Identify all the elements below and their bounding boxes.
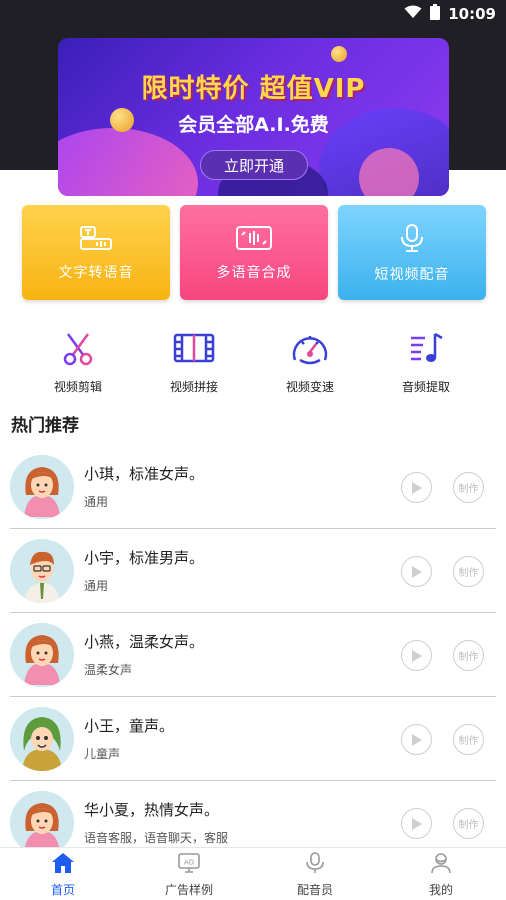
voice-name: 小宇，标准男声。	[84, 549, 205, 567]
text-to-speech-icon	[79, 224, 113, 256]
tool-video-speed[interactable]: 视频变速	[260, 330, 360, 395]
voice-tag: 通用	[84, 495, 109, 509]
tab-mine[interactable]: 我的	[378, 852, 504, 898]
play-button[interactable]	[401, 472, 432, 503]
play-button[interactable]	[401, 808, 432, 839]
avatar-male	[10, 539, 74, 603]
battery-icon	[430, 4, 441, 24]
voice-name: 小琪，标准女声。	[84, 465, 205, 483]
make-button[interactable]: 制作	[453, 808, 484, 839]
home-icon	[51, 852, 75, 878]
make-button[interactable]: 制作	[453, 640, 484, 671]
clock-time: 10:09	[448, 5, 496, 23]
voice-list-item[interactable]: 小宇，标准男声。 通用 制作	[10, 529, 496, 613]
play-button[interactable]	[401, 724, 432, 755]
voice-list-item[interactable]: 小王，童声。 儿童声 制作	[10, 697, 496, 781]
feature-label: 文字转语音	[58, 264, 134, 281]
tool-label: 视频变速	[285, 380, 334, 394]
section-title-hot: 热门推荐	[11, 416, 79, 436]
feature-label: 多语音合成	[216, 264, 292, 281]
avatar-female	[10, 455, 74, 519]
feature-text-to-speech[interactable]: 文字转语音	[22, 205, 170, 300]
voice-name: 华小夏，热情女声。	[84, 801, 220, 819]
play-icon	[411, 481, 422, 494]
banner-title: 限时特价 超值VIP	[141, 74, 366, 104]
voice-tag: 通用	[84, 579, 109, 593]
status-icons: 10:09	[404, 4, 496, 24]
user-icon	[429, 852, 453, 878]
make-button[interactable]: 制作	[453, 724, 484, 755]
make-button[interactable]: 制作	[453, 556, 484, 587]
voice-list-item[interactable]: 小燕，温柔女声。 温柔女声 制作	[10, 613, 496, 697]
tool-label: 音频提取	[401, 380, 450, 394]
tool-video-cut[interactable]: 视频剪辑	[28, 330, 128, 395]
avatar-child	[10, 707, 74, 771]
voice-name: 小王，童声。	[84, 717, 175, 735]
voice-synthesis-icon	[234, 224, 274, 256]
tab-label: 配音员	[296, 883, 333, 897]
status-bar: 10:09	[0, 0, 506, 28]
activate-button[interactable]: 立即开通	[200, 150, 308, 180]
banner-subtitle: 会员全部A.I.免费	[178, 114, 329, 136]
speedometer-icon	[290, 330, 330, 370]
microphone-icon	[303, 852, 327, 878]
play-icon	[411, 649, 422, 662]
svg-text:AD: AD	[184, 859, 194, 867]
tab-voice-actors[interactable]: 配音员	[252, 852, 378, 898]
play-button[interactable]	[401, 640, 432, 671]
tab-label: 广告样例	[164, 883, 213, 897]
music-note-icon	[407, 330, 445, 370]
tab-ad-samples[interactable]: AD 广告样例	[126, 852, 252, 898]
feature-video-dubbing[interactable]: 短视频配音	[338, 205, 486, 300]
voice-list-item[interactable]: 小琪，标准女声。 通用 制作	[10, 445, 496, 529]
tool-audio-extract[interactable]: 音频提取	[376, 330, 476, 395]
play-icon	[411, 817, 422, 830]
microphone-icon	[396, 222, 428, 258]
play-icon	[411, 565, 422, 578]
play-button[interactable]	[401, 556, 432, 587]
make-button[interactable]: 制作	[453, 472, 484, 503]
voice-tag: 温柔女声	[84, 663, 133, 677]
voice-tag: 儿童声	[84, 747, 121, 761]
voice-tag: 语音客服，语音聊天，客服	[84, 831, 229, 845]
tool-video-merge[interactable]: 视频拼接	[144, 330, 244, 395]
play-icon	[411, 733, 422, 746]
avatar-female	[10, 791, 74, 855]
scissors-icon	[60, 330, 96, 370]
tool-label: 视频拼接	[169, 380, 218, 394]
tab-label: 我的	[428, 883, 453, 897]
tab-home[interactable]: 首页	[0, 852, 126, 898]
bottom-tab-bar: 首页 AD 广告样例 配音员 我的	[0, 847, 506, 900]
film-strip-icon	[173, 330, 215, 370]
wifi-icon	[404, 5, 422, 23]
feature-voice-synthesis[interactable]: 多语音合成	[180, 205, 328, 300]
feature-label: 短视频配音	[374, 266, 450, 283]
coin-icon	[331, 46, 347, 62]
avatar-female	[10, 623, 74, 687]
tool-label: 视频剪辑	[53, 380, 102, 394]
voice-name: 小燕，温柔女声。	[84, 633, 205, 651]
ad-icon: AD	[177, 852, 201, 878]
tab-label: 首页	[50, 883, 75, 897]
promo-banner[interactable]: 限时特价 超值VIP 会员全部A.I.免费 立即开通	[58, 38, 449, 196]
